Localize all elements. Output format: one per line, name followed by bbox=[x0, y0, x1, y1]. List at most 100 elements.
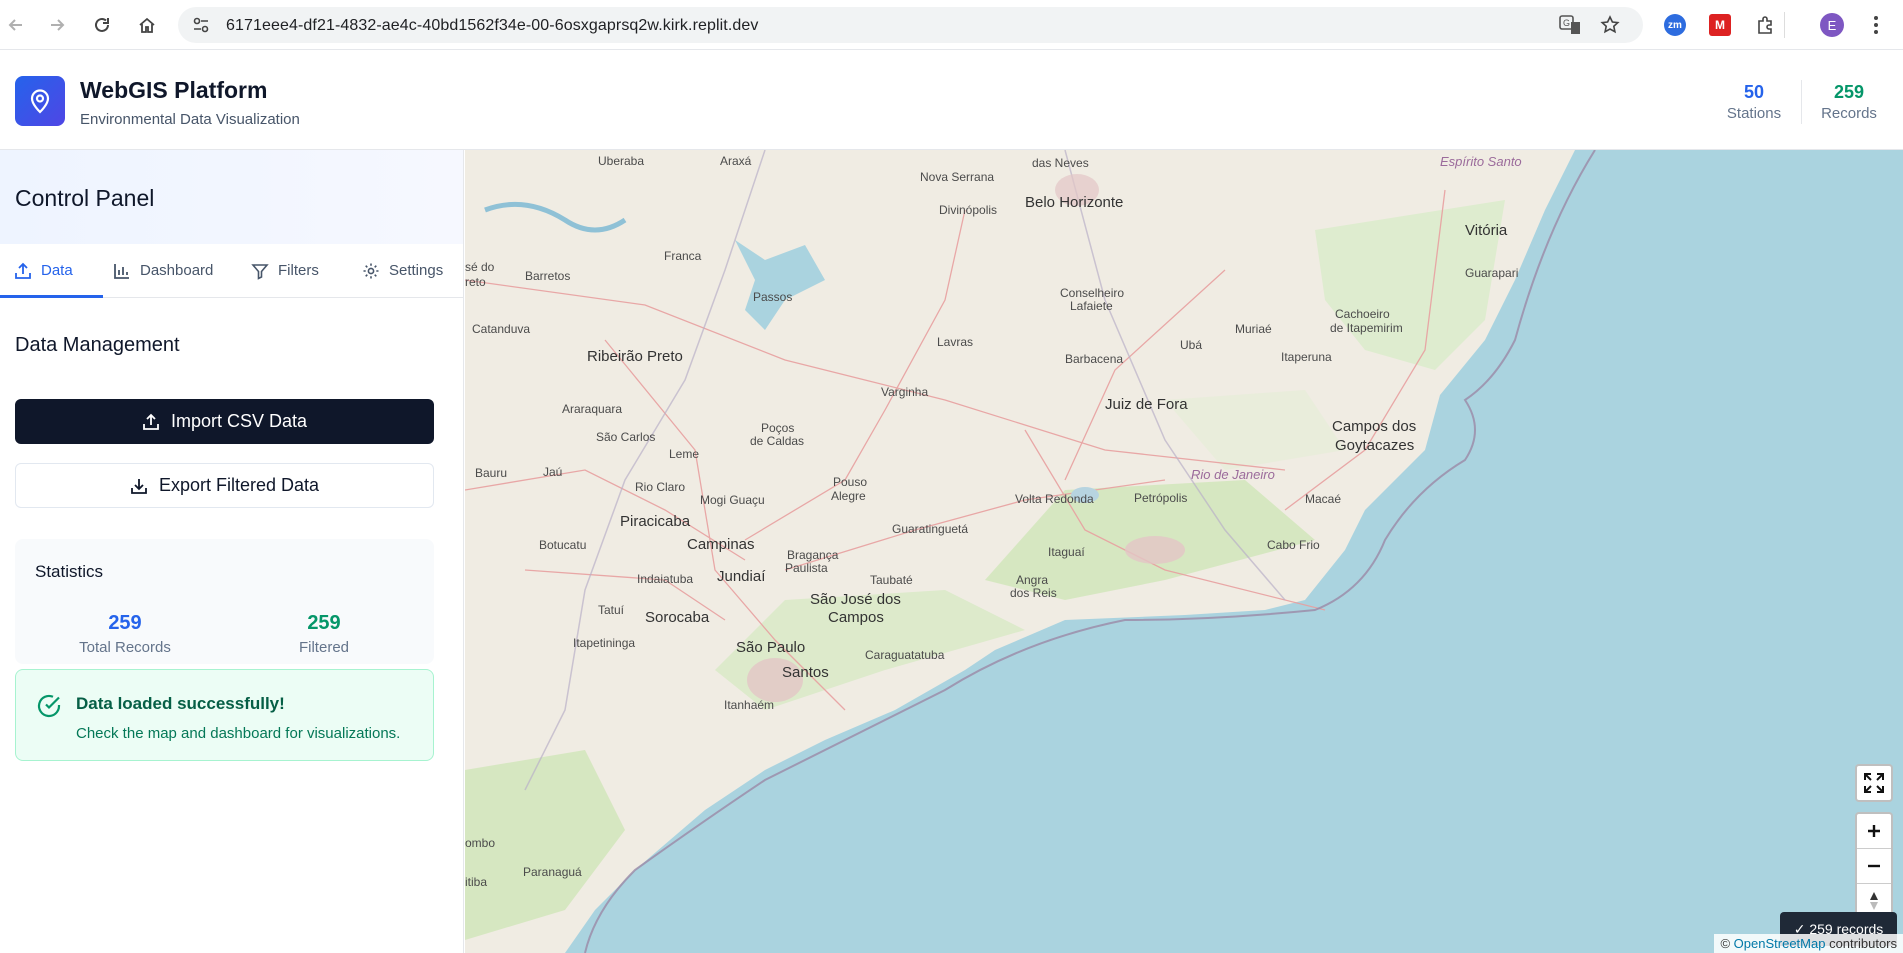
import-csv-label: Import CSV Data bbox=[170, 411, 308, 431]
map-label: Juiz de Fora bbox=[1105, 396, 1188, 413]
map-pin-icon bbox=[30, 89, 50, 114]
map-attribution: © OpenStreetMap contributors bbox=[1714, 934, 1903, 953]
map-label: Conselheiro bbox=[1060, 286, 1125, 300]
extensions-puzzle-icon[interactable] bbox=[1752, 11, 1780, 39]
back-icon[interactable] bbox=[2, 11, 30, 39]
app-header: WebGIS Platform Environmental Data Visua… bbox=[0, 50, 1903, 150]
import-csv-button[interactable]: Import CSV Data bbox=[15, 399, 434, 444]
map-label: Araraquara bbox=[562, 402, 623, 416]
map-label: Mogi Guaçu bbox=[700, 493, 765, 507]
map-label: Franca bbox=[664, 249, 702, 263]
map-label: São José dos bbox=[810, 591, 901, 608]
map-view[interactable]: Uberaba Araxá das Neves Nova Serrana Esp… bbox=[465, 150, 1903, 953]
total-records-label: Total Records bbox=[79, 639, 171, 656]
map-label: Barbacena bbox=[1065, 352, 1124, 366]
minus-icon bbox=[1868, 864, 1880, 868]
app-logo bbox=[15, 76, 65, 126]
control-panel-header: Control Panel bbox=[0, 150, 463, 244]
records-stat: 259 Records bbox=[1816, 82, 1882, 122]
map-label: Varginha bbox=[881, 385, 929, 399]
url-text[interactable]: 6171eee4-df21-4832-ae4c-40bd1562f34e-00-… bbox=[226, 17, 759, 35]
toolbar-divider bbox=[1784, 12, 1785, 38]
attribution-contributors: contributors bbox=[1829, 936, 1897, 951]
map-label: Belo Horizonte bbox=[1025, 194, 1124, 211]
statistics-title: Statistics bbox=[35, 562, 104, 581]
bookmark-star-icon[interactable] bbox=[1600, 15, 1620, 40]
export-filtered-label: Export Filtered Data bbox=[158, 475, 320, 495]
map-label: Campinas bbox=[687, 536, 755, 553]
download-icon bbox=[131, 478, 147, 494]
profile-avatar[interactable]: E bbox=[1818, 11, 1846, 39]
control-panel-title: Control Panel bbox=[15, 185, 155, 211]
map-label: Araxá bbox=[720, 154, 752, 168]
site-info-icon[interactable] bbox=[192, 16, 210, 39]
zoom-out-button[interactable] bbox=[1857, 849, 1891, 884]
map-label: Uberaba bbox=[598, 154, 645, 168]
stations-stat: 50 Stations bbox=[1722, 82, 1786, 122]
tab-dashboard[interactable]: Dashboard bbox=[113, 244, 213, 297]
map-label: Paranaguá bbox=[523, 865, 582, 879]
map-label: Angra bbox=[1016, 573, 1049, 587]
map-label: Espírito Santo bbox=[1440, 154, 1522, 169]
map-label: Santos bbox=[782, 664, 829, 681]
control-panel-sidebar: Control Panel Data Dashboard Filters Set… bbox=[0, 150, 464, 953]
map-label: Cachoeiro bbox=[1335, 307, 1390, 321]
menu-kebab-icon[interactable] bbox=[1862, 11, 1890, 39]
tab-settings[interactable]: Settings bbox=[362, 244, 443, 297]
map-label: Lavras bbox=[937, 335, 974, 349]
map-label: Caraguatatuba bbox=[865, 648, 945, 662]
forward-icon[interactable] bbox=[43, 11, 71, 39]
zoom-in-button[interactable] bbox=[1857, 814, 1891, 849]
map-label: Catanduva bbox=[472, 322, 531, 336]
home-icon[interactable] bbox=[133, 11, 161, 39]
map-label: Lafaiete bbox=[1070, 299, 1113, 313]
profile-initial: E bbox=[1820, 13, 1844, 37]
fullscreen-icon[interactable] bbox=[1857, 766, 1891, 800]
svg-text:G: G bbox=[1563, 18, 1570, 28]
map-label: Paulista bbox=[785, 561, 828, 575]
filtered-stat: 259 Filtered bbox=[244, 612, 404, 656]
copyright-symbol: © bbox=[1720, 936, 1731, 951]
map-label: Divinópolis bbox=[939, 203, 998, 217]
map-label: dos Reis bbox=[1010, 586, 1057, 600]
map-label: Itaguaí bbox=[1048, 545, 1085, 559]
active-tab-indicator bbox=[0, 295, 103, 298]
map-label: Rio Claro bbox=[635, 480, 686, 494]
map-label: Guarapari bbox=[1465, 266, 1519, 280]
osm-link[interactable]: OpenStreetMap bbox=[1734, 936, 1826, 951]
export-filtered-button[interactable]: Export Filtered Data bbox=[15, 463, 434, 508]
total-records-stat: 259 Total Records bbox=[45, 612, 205, 656]
map-base-layer bbox=[465, 150, 1596, 953]
reload-icon[interactable] bbox=[88, 11, 116, 39]
map-label: Alegre bbox=[831, 489, 866, 503]
map-label: Campos dos bbox=[1332, 418, 1417, 435]
map-label: Muriaé bbox=[1235, 322, 1272, 336]
gear-icon bbox=[363, 263, 379, 278]
pdf-extension-icon[interactable]: M bbox=[1706, 11, 1734, 39]
fullscreen-button[interactable] bbox=[1855, 764, 1893, 802]
plus-icon bbox=[1868, 825, 1880, 837]
tab-filters[interactable]: Filters bbox=[251, 244, 319, 297]
zoom-extension-icon[interactable]: zm bbox=[1661, 11, 1689, 39]
map-label: Pouso bbox=[833, 475, 868, 489]
app-subtitle: Environmental Data Visualization bbox=[80, 111, 300, 128]
map-label: itiba bbox=[465, 875, 488, 889]
records-label: Records bbox=[1821, 105, 1877, 122]
map-label: Volta Redonda bbox=[1015, 492, 1094, 506]
map-label: Bragança bbox=[787, 548, 839, 562]
tab-dashboard-label: Dashboard bbox=[140, 262, 214, 279]
address-bar[interactable]: 6171eee4-df21-4832-ae4c-40bd1562f34e-00-… bbox=[178, 7, 1643, 43]
filter-icon bbox=[251, 263, 269, 280]
check-circle-icon bbox=[37, 694, 61, 718]
map-label: ombo bbox=[465, 836, 496, 850]
map-label: Leme bbox=[669, 447, 700, 461]
map-label: Ribeirão Preto bbox=[587, 348, 683, 365]
data-management-heading: Data Management bbox=[15, 334, 180, 356]
app-title: WebGIS Platform bbox=[80, 77, 268, 103]
total-records-value: 259 bbox=[108, 612, 142, 634]
tab-data[interactable]: Data bbox=[14, 244, 73, 297]
map-label: Bauru bbox=[475, 466, 508, 480]
translate-icon[interactable]: G bbox=[1559, 15, 1581, 40]
map-label: Sorocaba bbox=[645, 609, 710, 626]
upload-icon bbox=[15, 262, 31, 279]
